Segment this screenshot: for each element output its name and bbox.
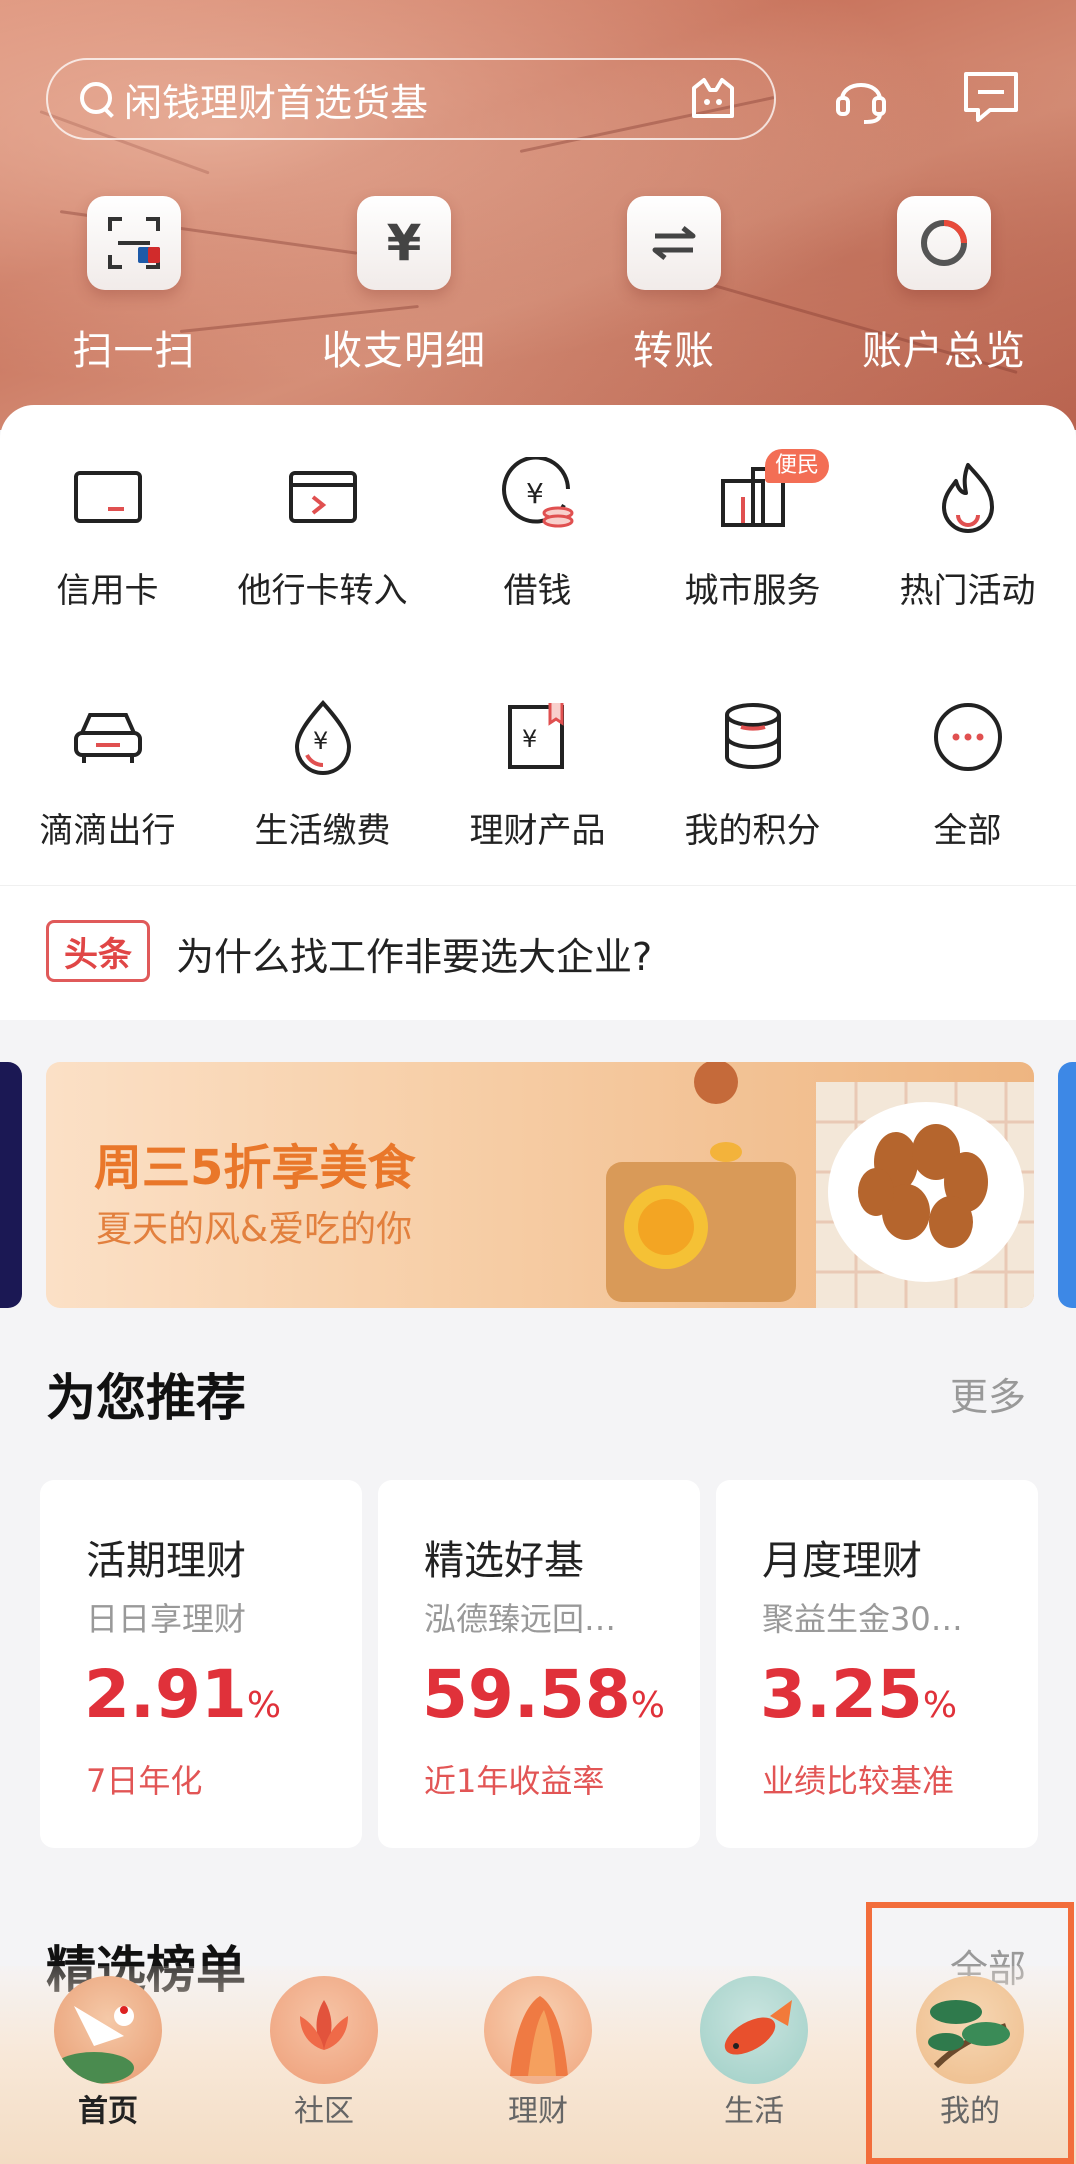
nav-label: 理财: [508, 2094, 568, 2129]
header-background: 闲钱理财首选货基 扫一扫 ¥ 收支明细 转账 账户总览: [0, 0, 1076, 430]
mountain-icon: [484, 1976, 592, 2084]
yuan-icon: ¥: [357, 196, 451, 290]
recommend-more-link[interactable]: 更多: [950, 1366, 1026, 1421]
nav-home[interactable]: 首页: [28, 1976, 188, 2130]
service-label: 理财产品: [469, 811, 606, 851]
flame-icon: [941, 463, 994, 533]
more-icon: [933, 703, 1002, 771]
loan-icon: ¥: [501, 455, 573, 528]
product-rate: 3.25%: [760, 1656, 958, 1733]
product-rate-label: 7日年化: [86, 1762, 203, 1800]
service-label: 城市服务: [684, 571, 821, 611]
card-transfer-in-icon: [288, 471, 357, 523]
service-label: 全部: [933, 811, 1002, 851]
svg-text:¥: ¥: [526, 477, 544, 510]
service-label: 信用卡: [56, 571, 159, 611]
account-overview-icon: [897, 196, 991, 290]
banner-next-peek[interactable]: [1058, 1062, 1076, 1308]
status-bar: [0, 0, 1076, 14]
highlight-box: [866, 1902, 1074, 2164]
service-credit-card[interactable]: 信用卡: [0, 457, 215, 612]
service-card-transfer-in[interactable]: 他行卡转入: [215, 457, 430, 612]
product-name: 月度理财: [762, 1538, 922, 1584]
svg-text:¥: ¥: [522, 725, 537, 753]
quick-action-account-overview[interactable]: 账户总览: [844, 196, 1044, 376]
wealth-product-icon: ¥: [507, 703, 564, 769]
search-icon: [78, 80, 116, 118]
product-name: 活期理财: [86, 1538, 246, 1584]
customer-service-icon[interactable]: [830, 66, 892, 128]
service-city[interactable]: 便民 城市服务: [645, 449, 860, 612]
car-icon: [73, 713, 142, 763]
quick-action-scan[interactable]: 扫一扫: [34, 196, 234, 376]
nav-wealth[interactable]: 理财: [458, 1976, 618, 2130]
product-rate: 2.91%: [84, 1656, 282, 1733]
service-label: 借钱: [503, 571, 572, 611]
koi-fish-icon: [700, 1976, 808, 2084]
service-points[interactable]: 我的积分: [645, 697, 860, 852]
nav-label: 生活: [724, 2094, 784, 2129]
nav-community[interactable]: 社区: [244, 1976, 404, 2130]
product-rate: 59.58%: [422, 1656, 665, 1733]
city-service-badge: 便民: [765, 449, 829, 483]
product-rate-label: 近1年收益率: [424, 1762, 605, 1800]
food-illustration: [606, 1062, 1034, 1308]
credit-card-icon: [73, 471, 142, 523]
nav-label: 首页: [78, 2094, 138, 2129]
service-label: 生活缴费: [254, 811, 391, 851]
promo-banner[interactable]: 周三5折享美食 夏天的风&爱吃的你: [46, 1062, 1034, 1308]
points-icon: [724, 703, 781, 769]
transfer-icon: [627, 196, 721, 290]
quick-action-label: 扫一扫: [72, 328, 196, 374]
service-all[interactable]: 全部: [860, 697, 1075, 852]
nav-life[interactable]: 生活: [674, 1976, 834, 2130]
scan-icon: [87, 196, 181, 290]
service-bill-payment[interactable]: ¥ 生活缴费: [215, 697, 430, 852]
quick-action-transactions[interactable]: ¥ 收支明细: [304, 196, 504, 376]
search-placeholder: 闲钱理财首选货基: [124, 80, 429, 125]
product-desc: 日日享理财: [86, 1600, 247, 1638]
product-name: 精选好基: [424, 1538, 584, 1584]
recommend-card[interactable]: 精选好基 泓德臻远回… 59.58% 近1年收益率: [378, 1480, 700, 1848]
banner-prev-peek[interactable]: [0, 1062, 22, 1308]
service-label: 他行卡转入: [237, 571, 408, 611]
product-rate-label: 业绩比较基准: [762, 1762, 955, 1800]
crane-icon: [54, 1976, 162, 2084]
quick-action-label: 收支明细: [322, 328, 486, 374]
service-label: 热门活动: [899, 571, 1036, 611]
headline-tag: 头条: [46, 920, 150, 982]
recommend-card[interactable]: 活期理财 日日享理财 2.91% 7日年化: [40, 1480, 362, 1848]
quick-action-label: 转账: [633, 328, 715, 374]
service-label: 滴滴出行: [39, 811, 176, 851]
banner-subtitle: 夏天的风&爱吃的你: [96, 1209, 413, 1250]
product-desc: 泓德臻远回…: [424, 1600, 617, 1638]
svg-text:¥: ¥: [313, 727, 328, 755]
service-label: 我的积分: [684, 811, 821, 851]
bill-payment-icon: ¥: [294, 699, 351, 775]
product-desc: 聚益生金30…: [762, 1600, 963, 1638]
lotus-icon: [270, 1976, 378, 2084]
cat-assistant-icon[interactable]: [688, 76, 738, 122]
quick-action-transfer[interactable]: 转账: [574, 196, 774, 376]
banner-title: 周三5折享美食: [94, 1140, 416, 1196]
service-didi[interactable]: 滴滴出行: [0, 697, 215, 852]
service-loan[interactable]: ¥ 借钱: [430, 455, 645, 612]
recommend-card[interactable]: 月度理财 聚益生金30… 3.25% 业绩比较基准: [716, 1480, 1038, 1848]
nav-label: 社区: [294, 2094, 354, 2129]
service-hot-activity[interactable]: 热门活动: [860, 457, 1075, 612]
headline-news[interactable]: 头条 为什么找工作非要选大企业?: [0, 885, 1076, 1015]
quick-action-label: 账户总览: [862, 328, 1026, 374]
search-bar[interactable]: 闲钱理财首选货基: [46, 58, 776, 140]
service-wealth-product[interactable]: ¥ 理财产品: [430, 697, 645, 852]
recommend-title: 为您推荐: [46, 1369, 246, 1427]
headline-text: 为什么找工作非要选大企业?: [176, 935, 653, 979]
message-icon[interactable]: [960, 66, 1022, 128]
